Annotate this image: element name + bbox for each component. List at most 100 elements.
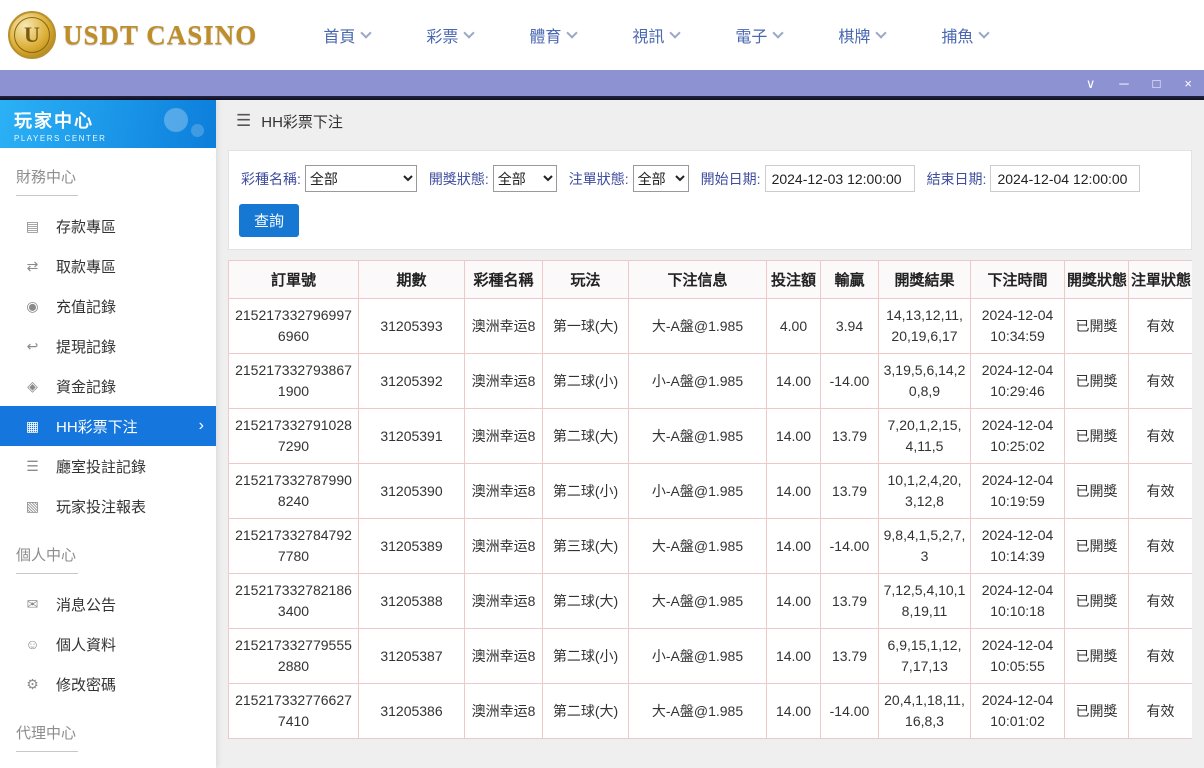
- cell-win-loss: 13.79: [820, 628, 879, 684]
- sidebar-item-funds-record[interactable]: ◈ 資金記錄: [0, 366, 216, 406]
- cell-order-no: 2152173327938671900: [228, 353, 359, 409]
- cell-play-type: 第二球(大): [542, 683, 629, 739]
- cell-period: 31205389: [358, 518, 465, 574]
- table-row: 2152173327879908240 31205390 澳洲幸运8 第二球(小…: [228, 463, 1192, 519]
- cell-draw-status: 已開獎: [1064, 353, 1129, 409]
- cell-period: 31205390: [358, 463, 465, 519]
- search-button[interactable]: 查詢: [239, 204, 300, 237]
- cell-draw-status: 已開獎: [1064, 573, 1129, 629]
- sidebar-item-change-password[interactable]: ⚙ 修改密碼: [0, 664, 216, 704]
- cell-order-no: 2152173327795552880: [228, 628, 359, 684]
- logo-text: USDT CASINO: [63, 19, 258, 50]
- start-date-input[interactable]: [764, 165, 915, 192]
- cell-order-status: 有效: [1128, 573, 1192, 629]
- cell-play-type: 第三球(大): [542, 518, 629, 574]
- cell-draw-result: 9,8,4,1,5,2,7,3: [878, 518, 971, 574]
- cell-order-status: 有效: [1128, 463, 1192, 519]
- cell-order-no: 2152173327879908240: [228, 463, 359, 519]
- cell-bet-info: 小-A盤@1.985: [628, 628, 767, 684]
- sidebar-item-player-bet-report[interactable]: ▧ 玩家投注報表: [0, 486, 216, 526]
- cell-lottery-name: 澳洲幸运8: [464, 298, 543, 354]
- order-status-select[interactable]: 全部: [632, 165, 689, 192]
- cell-lottery-name: 澳洲幸运8: [464, 408, 543, 464]
- chevron-down-icon: [978, 27, 991, 39]
- cell-win-loss: -14.00: [820, 683, 879, 739]
- sidebar-item-withdraw-record[interactable]: ↩ 提現記錄: [0, 326, 216, 366]
- cell-bet-time: 2024-12-04 10:34:59: [970, 298, 1065, 354]
- cell-bet-amount: 14.00: [766, 353, 821, 409]
- sidebar-item-profile[interactable]: ☺ 個人資料: [0, 624, 216, 664]
- maximize-icon[interactable]: □: [1153, 77, 1161, 90]
- cell-order-no: 2152173327910287290: [228, 408, 359, 464]
- table-row: 2152173327847927780 31205389 澳洲幸运8 第三球(大…: [228, 518, 1192, 574]
- cell-bet-info: 大-A盤@1.985: [628, 518, 767, 574]
- cell-bet-info: 大-A盤@1.985: [628, 683, 767, 739]
- cell-play-type: 第二球(小): [542, 353, 629, 409]
- cell-order-status: 有效: [1128, 518, 1192, 574]
- nav-item-sports[interactable]: 體育: [529, 23, 579, 47]
- cell-bet-amount: 14.00: [766, 408, 821, 464]
- sidebar-item-announcements[interactable]: ✉ 消息公告: [0, 584, 216, 624]
- nav-item-home[interactable]: 首頁: [323, 23, 372, 47]
- col-bet-info: 下注信息: [628, 260, 767, 299]
- minimize-icon[interactable]: ─: [1119, 77, 1128, 90]
- sidebar-item-deposit[interactable]: ▤ 存款專區: [0, 206, 216, 246]
- report-icon: ▧: [25, 497, 40, 514]
- cell-period: 31205391: [358, 408, 465, 464]
- cell-period: 31205393: [358, 298, 465, 354]
- page-title: HH彩票下注: [261, 113, 343, 131]
- nav-item-chess[interactable]: 棋牌: [838, 23, 888, 47]
- sidebar-item-room-bet-records[interactable]: ☰ 廳室投註記錄: [0, 446, 216, 486]
- cell-bet-amount: 14.00: [766, 573, 821, 629]
- close-icon[interactable]: ×: [1184, 77, 1192, 90]
- gear-icon: ⚙: [26, 675, 39, 692]
- sidebar-item-agent-rules[interactable]: ☰ 代理規則說明: [0, 762, 216, 768]
- chevron-down-icon: [772, 27, 785, 39]
- cell-lottery-name: 澳洲幸运8: [464, 463, 543, 519]
- col-order-status: 注單狀態: [1128, 260, 1192, 299]
- sidebar-item-recharge-record[interactable]: ◉ 充值記錄: [0, 286, 216, 326]
- nav-item-lottery[interactable]: 彩票: [426, 23, 476, 47]
- cell-order-no: 2152173327847927780: [228, 518, 359, 574]
- chevron-right-icon: ›: [198, 417, 204, 434]
- chevron-down-icon: [669, 27, 682, 39]
- sidebar-item-hh-lottery-bets[interactable]: ▦ HH彩票下注 ›: [0, 406, 216, 446]
- cell-bet-time: 2024-12-04 10:19:59: [970, 463, 1065, 519]
- coins-icon: ◈: [27, 377, 38, 394]
- sidebar: 玩家中心 PLAYERS CENTER 財務中心 ▤ 存款專區 ⇄ 取款專區 ◉…: [0, 100, 216, 768]
- card-icon: ▤: [25, 217, 40, 234]
- table-row: 2152173327766277410 31205386 澳洲幸运8 第二球(大…: [228, 683, 1192, 739]
- cell-order-status: 有效: [1128, 683, 1192, 739]
- chevron-down-icon: [360, 27, 372, 39]
- cell-win-loss: 13.79: [820, 408, 879, 464]
- cell-draw-result: 6,9,15,1,12,7,17,13: [878, 628, 971, 684]
- order-status-label: 注單狀態:: [568, 170, 629, 187]
- top-header: U USDT CASINO 首頁 彩票 體育 視訊 電子 棋牌 捕魚: [0, 0, 1204, 70]
- cell-bet-time: 2024-12-04 10:10:18: [970, 573, 1065, 629]
- cell-draw-status: 已開獎: [1064, 298, 1129, 354]
- cell-play-type: 第一球(大): [542, 298, 629, 354]
- end-date-input[interactable]: [990, 165, 1141, 192]
- cell-draw-result: 7,12,5,4,10,18,19,11: [878, 573, 971, 629]
- menu-icon[interactable]: ☰: [236, 111, 251, 131]
- cell-bet-info: 大-A盤@1.985: [628, 573, 767, 629]
- cell-lottery-name: 澳洲幸运8: [464, 353, 543, 409]
- draw-status-select[interactable]: 全部: [492, 165, 557, 192]
- cell-order-status: 有效: [1128, 353, 1192, 409]
- cell-bet-amount: 14.00: [766, 628, 821, 684]
- col-bet-time: 下注時間: [970, 260, 1065, 299]
- logo[interactable]: U USDT CASINO: [8, 11, 257, 59]
- draw-status-label: 開獎狀態:: [428, 170, 489, 187]
- cell-play-type: 第二球(大): [542, 573, 629, 629]
- nav-item-video[interactable]: 視訊: [632, 23, 682, 47]
- bets-table-wrap: 訂單號 期數 彩種名稱 玩法 下注信息 投注額 輸贏 開獎結果 下注時間 開獎狀…: [228, 260, 1192, 768]
- collapse-icon[interactable]: ∨: [1086, 77, 1096, 90]
- col-win-loss: 輸贏: [820, 260, 879, 299]
- lottery-name-select[interactable]: 全部: [304, 165, 417, 192]
- sidebar-item-withdraw[interactable]: ⇄ 取款專區: [0, 246, 216, 286]
- table-header-row: 訂單號 期數 彩種名稱 玩法 下注信息 投注額 輸贏 開獎結果 下注時間 開獎狀…: [228, 260, 1192, 299]
- sidebar-subtitle: PLAYERS CENTER: [14, 134, 107, 143]
- cell-bet-info: 大-A盤@1.985: [628, 408, 767, 464]
- nav-item-electronic[interactable]: 電子: [735, 23, 785, 47]
- nav-item-fishing[interactable]: 捕魚: [941, 23, 991, 47]
